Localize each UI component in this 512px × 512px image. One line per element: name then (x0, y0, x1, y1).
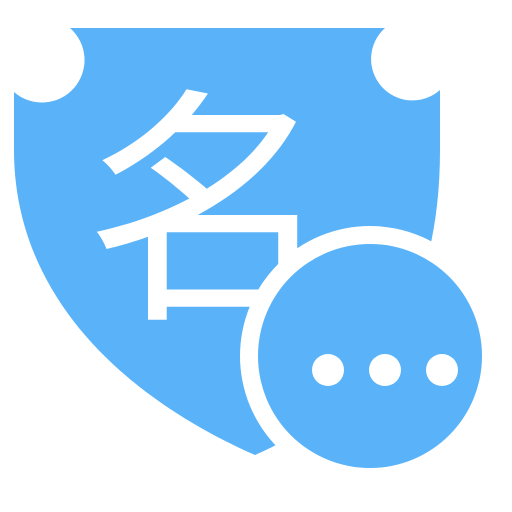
dot-left (312, 354, 344, 386)
icon-canvas: 名 (14, 28, 500, 486)
dot-middle (369, 354, 401, 386)
more-dots-icon (312, 354, 458, 386)
name-shield-more-icon: 名 (0, 0, 512, 512)
dot-right (426, 354, 458, 386)
